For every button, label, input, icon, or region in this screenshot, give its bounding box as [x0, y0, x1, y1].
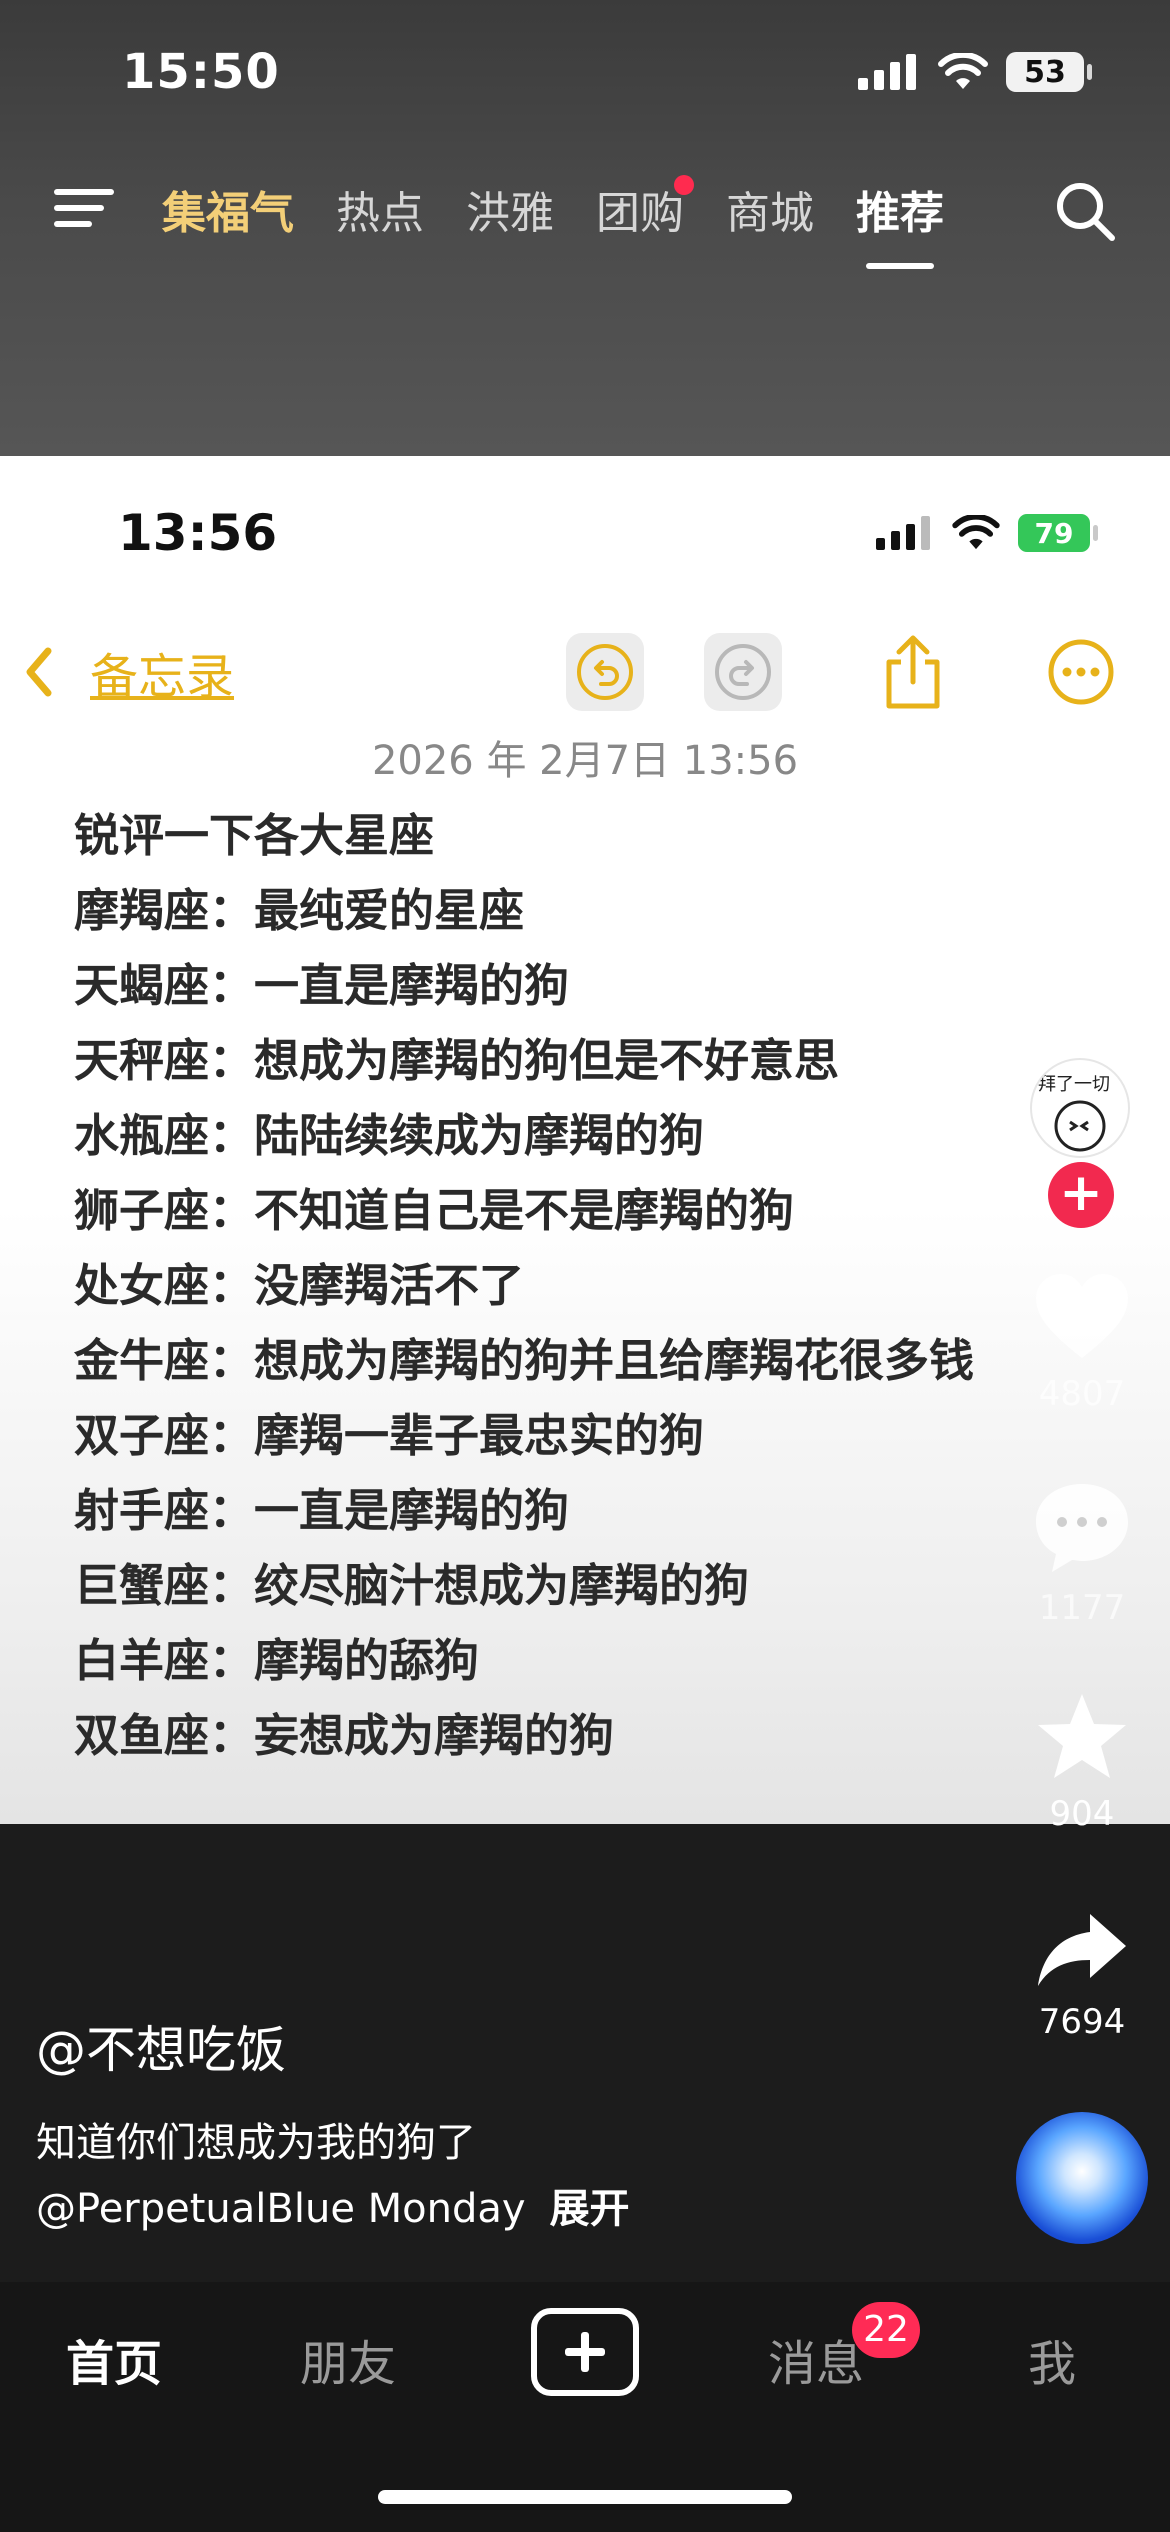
tab-me[interactable]: 我 [1028, 2324, 1076, 2394]
tab-group-buy-label: 团购 [596, 188, 684, 239]
menu-icon[interactable] [54, 183, 114, 235]
note-line: 狮子座：不知道自己是不是摩羯的狗 [74, 1184, 795, 1237]
create-post-button[interactable] [531, 2308, 639, 2396]
music-disc[interactable] [1016, 2112, 1148, 2244]
tab-jifuqi[interactable]: 集福气 [162, 177, 294, 241]
expand-button[interactable]: 展开 [550, 2186, 630, 2232]
status-time: 15:50 [122, 44, 280, 100]
cellular-signal-icon [876, 516, 930, 550]
share-export-icon [874, 633, 952, 711]
post-caption: 知道你们想成为我的狗了 [36, 2120, 476, 2166]
note-line: 金牛座：想成为摩羯的狗并且给摩羯花很多钱 [74, 1334, 975, 1387]
like-count: 4807 [1038, 1374, 1126, 1414]
tab-home[interactable]: 首页 [66, 2324, 162, 2394]
status-icons: 53 [858, 52, 1092, 92]
heart-icon [1036, 1274, 1128, 1358]
share-count: 7694 [1038, 2002, 1126, 2042]
note-line: 双鱼座：妄想成为摩羯的狗 [74, 1709, 615, 1762]
like-button[interactable]: 4807 [1012, 1270, 1152, 1414]
embedded-battery-indicator: 79 [1018, 514, 1098, 552]
tab-group-buy[interactable]: 团购 [596, 175, 694, 241]
battery-level: 53 [1024, 54, 1066, 90]
undo-icon [566, 633, 644, 711]
tab-recommend[interactable]: 推荐 [856, 177, 944, 269]
tab-friends[interactable]: 朋友 [300, 2324, 396, 2394]
notes-back-button: 备忘录 [24, 637, 234, 707]
note-line: 水瓶座：陆陆续续成为摩羯的狗 [74, 1109, 705, 1162]
notes-back-label: 备忘录 [90, 649, 235, 705]
notification-dot [674, 175, 694, 195]
comment-count: 1177 [1038, 1588, 1126, 1628]
comment-button[interactable]: 1177 [1012, 1480, 1152, 1628]
note-line: 天秤座：想成为摩羯的狗但是不好意思 [74, 1034, 840, 1087]
douyin-feed-screen: 15:50 53 集福气 热点 洪雅 团购 商城 推荐 13:56 79 备忘录… [0, 0, 1170, 2532]
tab-messages[interactable]: 消息 [768, 2324, 864, 2394]
wifi-icon [952, 515, 1000, 550]
post-mention-line: @PerpetualBlue Monday 展开 [36, 2176, 630, 2242]
share-arrow-icon [1038, 1914, 1126, 1986]
status-bar: 15:50 53 [0, 0, 1170, 140]
wifi-icon [938, 53, 988, 89]
tab-mall[interactable]: 商城 [726, 177, 814, 241]
star-icon [1038, 1694, 1126, 1778]
avatar-doodle-icon [1054, 1100, 1106, 1152]
notes-toolbar: 备忘录 [0, 621, 1170, 721]
note-line: 处女座：没摩羯活不了 [74, 1259, 525, 1312]
plus-icon [565, 2332, 605, 2372]
comment-icon [1036, 1484, 1128, 1572]
note-line: 射手座：一直是摩羯的狗 [74, 1484, 570, 1537]
note-body: 锐评一下各大星座 摩羯座：最纯爱的星座 天蝎座：一直是摩羯的狗 天秤座：想成为摩… [74, 798, 974, 1773]
chevron-left-icon [26, 647, 52, 697]
note-line: 白羊座：摩羯的舔狗 [74, 1634, 480, 1687]
more-options-icon [1042, 633, 1120, 711]
search-icon[interactable] [1050, 176, 1120, 246]
top-area: 15:50 53 集福气 热点 洪雅 团购 商城 推荐 [0, 0, 1170, 456]
top-nav: 集福气 热点 洪雅 团购 商城 推荐 [0, 164, 1170, 269]
note-line: 锐评一下各大星座 [74, 809, 435, 862]
top-tabs: 集福气 热点 洪雅 团购 商城 推荐 [162, 164, 986, 269]
favorite-button[interactable]: 904 [1012, 1690, 1152, 1834]
note-line: 双子座：摩羯一辈子最忠实的狗 [74, 1409, 705, 1462]
home-indicator [378, 2490, 792, 2504]
mention-link[interactable]: @PerpetualBlue Monday [36, 2186, 526, 2232]
note-line: 天蝎座：一直是摩羯的狗 [74, 959, 570, 1012]
note-line: 巨蟹座：绞尽脑汁想成为摩羯的狗 [74, 1559, 750, 1612]
messages-badge: 22 [852, 2302, 920, 2358]
favorite-count: 904 [1049, 1794, 1115, 1834]
share-button[interactable]: 7694 [1012, 1910, 1152, 2042]
embedded-status-icons: 79 [876, 514, 1098, 552]
author-avatar[interactable]: 拜了一切 [1030, 1058, 1130, 1158]
redo-icon [704, 633, 782, 711]
video-content-image: 13:56 79 备忘录 2026 年 2月7日 13:56 锐评一下各大星座 … [0, 456, 1170, 1824]
battery-indicator: 53 [1006, 52, 1092, 92]
note-line: 摩羯座：最纯爱的星座 [74, 884, 525, 937]
tab-hotspot[interactable]: 热点 [336, 177, 424, 241]
author-name[interactable]: @不想吃饭 [36, 2010, 286, 2082]
cellular-signal-icon [858, 54, 916, 90]
embedded-battery-level: 79 [1034, 516, 1074, 550]
embedded-status-time: 13:56 [118, 504, 278, 562]
post-description: 知道你们想成为我的狗了 @PerpetualBlue Monday 展开 [36, 2110, 630, 2242]
tab-hongya[interactable]: 洪雅 [466, 177, 554, 241]
follow-button[interactable]: + [1048, 1162, 1114, 1228]
note-date: 2026 年 2月7日 13:56 [371, 738, 799, 784]
